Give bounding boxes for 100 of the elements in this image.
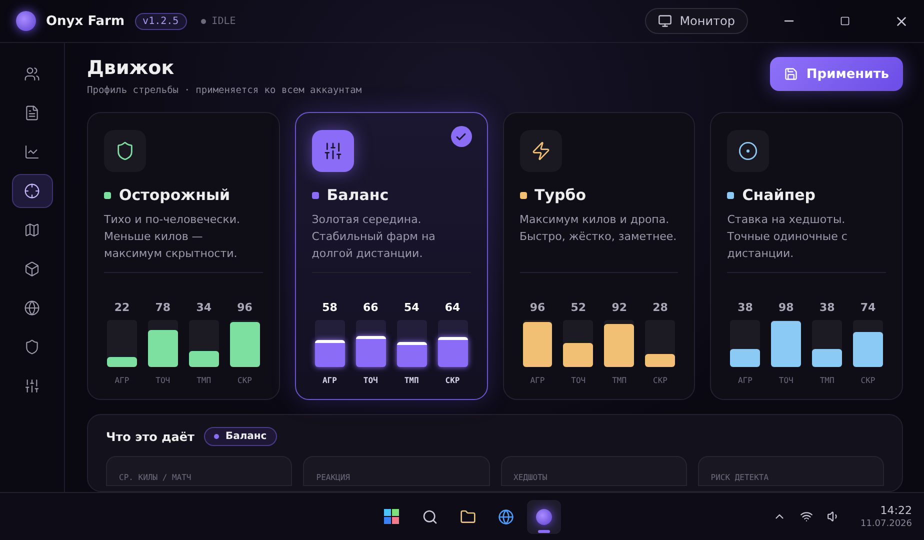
stat-meter xyxy=(314,320,345,367)
profile-name: Снайпер xyxy=(742,186,816,204)
stat-value: 96 xyxy=(530,301,546,314)
stat-label: СКР xyxy=(860,376,876,385)
app-logo-icon xyxy=(536,508,552,524)
metric-label: РИСК ДЕТЕКТА xyxy=(710,473,769,482)
stat-meter xyxy=(563,320,594,367)
monitor-icon xyxy=(658,14,672,28)
stat-value: 38 xyxy=(738,301,753,314)
stat-label: СКР xyxy=(238,376,252,385)
sliders-icon xyxy=(24,378,40,394)
stat-value: 22 xyxy=(114,301,130,314)
stat-label: ТОЧ xyxy=(778,376,794,385)
stat-meter xyxy=(107,320,137,367)
app-logo-icon xyxy=(16,11,36,31)
stat-meter xyxy=(853,320,883,367)
stat-meter xyxy=(230,320,260,367)
windows-logo-icon xyxy=(384,509,400,524)
stat-label: ТМП xyxy=(404,376,419,385)
profile-name: Осторожный xyxy=(119,186,230,204)
profile-card[interactable]: Осторожный Тихо и по-человечески. Меньше килов — максимум скрытности. 22 АГР 78 ТОЧ 34 ТМП 96 СКР xyxy=(87,112,280,400)
profile-tag: Баланс xyxy=(204,427,277,446)
stat-label: АГР xyxy=(738,376,752,385)
globe-icon xyxy=(498,508,514,524)
crosshair-icon xyxy=(24,183,40,199)
stat-meter xyxy=(771,320,802,367)
effects-title: Что это даёт xyxy=(106,430,194,444)
stat-value: 34 xyxy=(196,301,212,314)
stat-label: СКР xyxy=(445,376,460,385)
profile-card[interactable]: Турбо Максимум килов и дропа. Быстро, жёстко, заметнее. 96 АГР 52 ТОЧ 92 ТМП 28 СКР xyxy=(502,112,696,400)
stat-value: 74 xyxy=(860,301,876,314)
stat-label: ТОЧ xyxy=(156,376,170,385)
stat-meter xyxy=(604,320,634,367)
shield-icon xyxy=(24,339,40,355)
stat-value: 38 xyxy=(819,301,835,314)
stat-label: ТМП xyxy=(820,376,834,385)
stat-label: ТОЧ xyxy=(571,376,586,385)
stat-label: АГР xyxy=(114,376,130,385)
save-icon xyxy=(784,67,798,81)
lightning-icon xyxy=(530,141,550,161)
stat-value: 66 xyxy=(363,301,378,314)
stat-meter xyxy=(188,320,219,367)
stat-meter xyxy=(730,320,760,367)
sliders-icon xyxy=(322,141,343,161)
page-subtitle: Профиль стрельбы · применяется ко всем аккаунтам xyxy=(87,85,362,96)
clock-time: 14:22 xyxy=(880,504,912,517)
shield-icon xyxy=(115,141,135,161)
stat-value: 58 xyxy=(322,301,338,314)
stat-value: 92 xyxy=(612,301,627,314)
profile-description: Тихо и по-человечески. Меньше килов — максимум скрытности. xyxy=(104,211,263,273)
profile-name: Турбо xyxy=(534,186,586,204)
map-icon xyxy=(24,222,40,238)
stat-label: АГР xyxy=(322,376,337,385)
profile-description: Максимум килов и дропа. Быстро, жёстко, заметнее. xyxy=(520,211,678,273)
folder-icon xyxy=(460,508,476,524)
profile-description: Золотая середина. Стабильный фарм на долгой дистанции. xyxy=(312,211,470,273)
clock-date: 11.07.2026 xyxy=(860,519,912,529)
document-icon xyxy=(24,105,40,121)
stat-value: 98 xyxy=(778,301,794,314)
sidebar-item[interactable] xyxy=(12,174,52,208)
app-name: Onyx Farm xyxy=(46,14,125,28)
status-text: IDLE xyxy=(212,16,236,26)
version-tag: v1.2.5 xyxy=(134,12,187,30)
stat-label: СКР xyxy=(653,376,668,385)
apply-button[interactable]: Применить xyxy=(770,57,903,91)
stat-meter xyxy=(645,320,676,367)
taskbar-app[interactable] xyxy=(526,500,561,534)
stat-value: 78 xyxy=(155,301,171,314)
stat-meter xyxy=(396,320,427,367)
stat-value: 96 xyxy=(237,301,252,314)
profile-name: Баланс xyxy=(326,186,389,204)
line-chart-icon xyxy=(24,144,40,160)
stat-label: АГР xyxy=(530,376,545,385)
page-title: Движок xyxy=(87,57,176,79)
stat-value: 64 xyxy=(444,301,460,314)
search-icon xyxy=(422,508,438,524)
metric-label: РЕАКЦИЯ xyxy=(316,473,350,482)
stat-label: ТОЧ xyxy=(363,376,378,385)
target-icon xyxy=(738,141,758,161)
stat-meter xyxy=(356,320,386,367)
stat-meter xyxy=(438,320,468,367)
profile-card[interactable]: Снайпер Ставка на хедшоты. Точные одиночные с дистанции. 38 АГР 98 ТОЧ 38 ТМП 74 СКР xyxy=(710,112,903,400)
stat-value: 52 xyxy=(570,301,586,314)
maximize-icon xyxy=(840,16,850,26)
profile-card[interactable]: Баланс Золотая середина. Стабильный фарм на долгой дистанции. 58 АГР 66 ТОЧ 54 ТМП 64 СКР xyxy=(294,112,488,400)
cube-icon xyxy=(24,261,40,277)
stat-value: 28 xyxy=(652,301,668,314)
monitor-button[interactable]: Монитор xyxy=(644,8,748,34)
profile-description: Ставка на хедшоты. Точные одиночные с дистанции. xyxy=(727,211,886,273)
globe-icon xyxy=(24,300,40,316)
check-badge-icon xyxy=(450,126,472,147)
users-icon xyxy=(24,66,40,82)
stat-meter xyxy=(812,320,842,367)
metric-label: СР. КИЛЫ / МАТЧ xyxy=(119,473,192,482)
stat-label: ТМП xyxy=(612,376,627,385)
stat-label: ТМП xyxy=(196,376,212,385)
metric-label: ХЕДШОТЫ xyxy=(514,473,548,482)
stat-value: 54 xyxy=(404,301,420,314)
stat-meter xyxy=(148,320,178,367)
stat-meter xyxy=(522,320,552,367)
